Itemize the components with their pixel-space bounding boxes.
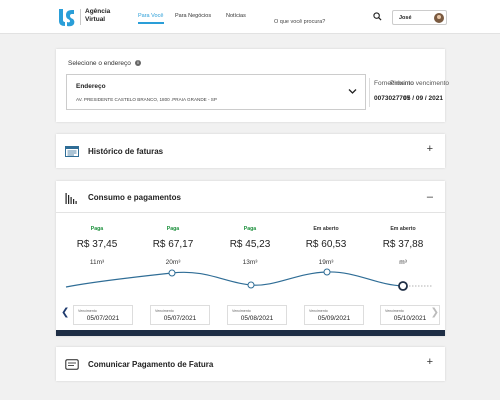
bill-amount: R$ 60,53 bbox=[305, 239, 347, 250]
consumption-title: Consumo e pagamentos bbox=[88, 193, 181, 202]
month-column: Paga R$ 37,45 11m³ bbox=[67, 226, 127, 266]
due-date-box: Vencimento 05/09/2021 bbox=[304, 305, 364, 325]
due-date: 05/08/2021 bbox=[240, 315, 274, 322]
bar-chart-icon bbox=[65, 193, 77, 204]
nav-noticias[interactable]: Notícias bbox=[226, 13, 246, 19]
avatar bbox=[434, 12, 444, 23]
due-date: 05/07/2021 bbox=[86, 315, 120, 322]
address-section-title: Selecione o endereço bbox=[68, 60, 131, 67]
payment-status: Em aberto bbox=[313, 226, 339, 232]
month-column: Em aberto R$ 37,88 m³ bbox=[373, 226, 433, 266]
bill-amount: R$ 45,23 bbox=[229, 239, 271, 250]
top-bar: Agência Virtual Para Você Para Negócios … bbox=[0, 0, 500, 34]
nav-para-negocios[interactable]: Para Negócios bbox=[175, 13, 211, 19]
due-date-label: Vencimento bbox=[232, 309, 251, 313]
search-input[interactable] bbox=[272, 15, 364, 29]
address-card: Selecione o endereço i Endereço AV. PRES… bbox=[56, 49, 449, 122]
consumption-trend-chart bbox=[65, 268, 432, 291]
card-bottom-bar bbox=[56, 330, 445, 336]
bill-amount: R$ 37,45 bbox=[76, 239, 118, 250]
trend-line bbox=[65, 271, 404, 288]
due-date-box: Vencimento 05/07/2021 bbox=[150, 305, 210, 325]
bill-amount: R$ 67,17 bbox=[152, 239, 194, 250]
receipt-icon bbox=[65, 359, 79, 370]
month-column: Paga R$ 67,17 20m³ bbox=[143, 226, 203, 266]
address-select-value: AV. PRESIDENTE CASTELO BRANCO, 1800 .PRA… bbox=[76, 97, 217, 102]
next-due-label: Próximo vencimento bbox=[390, 80, 449, 87]
due-date: 05/07/2021 bbox=[163, 315, 197, 322]
expand-plus-icon[interactable]: + bbox=[427, 144, 433, 155]
search-box bbox=[272, 10, 384, 29]
due-date-label: Vencimento bbox=[309, 309, 328, 313]
month-point bbox=[168, 269, 176, 277]
due-date-label: Vencimento bbox=[155, 309, 174, 313]
collapse-minus-icon[interactable]: – bbox=[427, 192, 433, 203]
nav-active-indicator bbox=[138, 22, 164, 24]
chevron-right-icon[interactable]: ❯ bbox=[431, 308, 439, 318]
month-column: Paga R$ 45,23 13m³ bbox=[220, 226, 280, 266]
month-point bbox=[323, 268, 331, 276]
logo-divider bbox=[80, 9, 81, 25]
consumption-card: Consumo e pagamentos – Paga R$ 37,45 11m… bbox=[56, 181, 445, 336]
column-divider bbox=[369, 78, 370, 107]
due-date-label: Vencimento bbox=[385, 309, 404, 313]
brand-line-1: Agência bbox=[85, 8, 111, 15]
brand-line-2: Virtual bbox=[85, 16, 106, 23]
invoice-history-title: Histórico de faturas bbox=[88, 147, 164, 156]
due-date-label: Vencimento bbox=[78, 309, 97, 313]
current-month-point bbox=[398, 281, 408, 291]
invoice-history-card[interactable]: Histórico de faturas + bbox=[56, 134, 445, 168]
expand-plus-icon[interactable]: + bbox=[427, 357, 433, 368]
brand-name: Agência Virtual bbox=[85, 8, 110, 24]
user-menu[interactable]: José bbox=[392, 10, 447, 25]
payment-status: Paga bbox=[243, 226, 257, 232]
due-date: 05/09/2021 bbox=[317, 315, 351, 322]
chevron-left-icon[interactable]: ❮ bbox=[61, 308, 69, 318]
due-date-box: Vencimento 05/08/2021 bbox=[227, 305, 287, 325]
address-select-label: Endereço bbox=[76, 83, 106, 90]
bill-amount: R$ 37,88 bbox=[382, 239, 424, 250]
invoice-list-icon bbox=[65, 146, 79, 157]
user-name: José bbox=[399, 15, 412, 21]
brand-logo-icon[interactable] bbox=[56, 7, 76, 27]
card-divider bbox=[56, 212, 445, 213]
payment-status: Paga bbox=[90, 226, 104, 232]
payment-notice-title: Comunicar Pagamento de Fatura bbox=[88, 360, 214, 369]
info-icon[interactable]: i bbox=[135, 60, 141, 66]
search-icon[interactable] bbox=[373, 12, 382, 21]
nav-para-voce[interactable]: Para Você bbox=[138, 13, 163, 19]
payment-status: Em aberto bbox=[390, 226, 416, 232]
payment-notice-card[interactable]: Comunicar Pagamento de Fatura + bbox=[56, 347, 445, 381]
next-due-value: 05 / 09 / 2021 bbox=[403, 95, 443, 102]
address-select[interactable]: Endereço AV. PRESIDENTE CASTELO BRANCO, … bbox=[66, 74, 366, 110]
payment-status: Paga bbox=[166, 226, 180, 232]
chevron-down-icon bbox=[348, 89, 357, 94]
month-point bbox=[247, 281, 255, 289]
due-date-box: Vencimento 05/07/2021 bbox=[73, 305, 133, 325]
month-column: Em aberto R$ 60,53 19m³ bbox=[296, 226, 356, 266]
